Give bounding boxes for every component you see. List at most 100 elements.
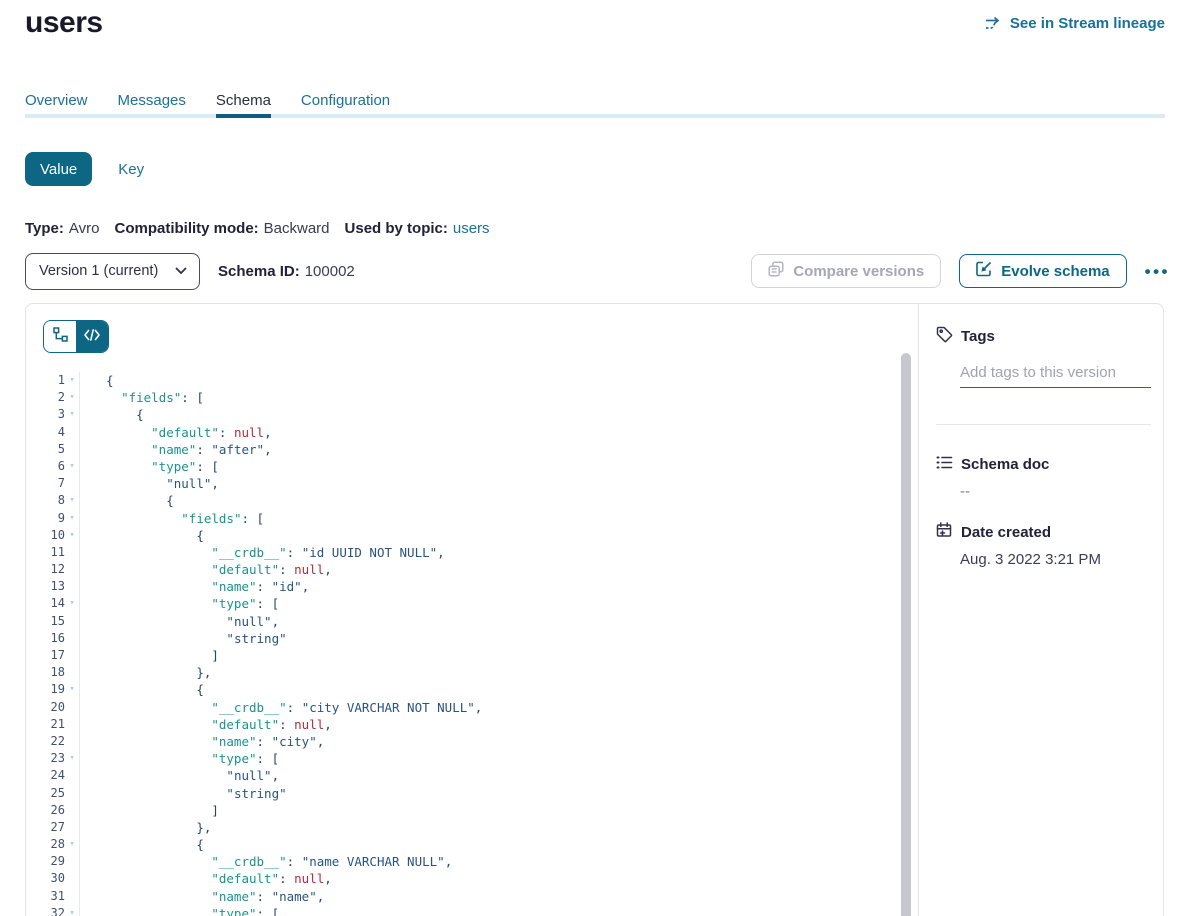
version-select[interactable]: Version 1 (current) (25, 253, 200, 290)
code-view-toggle[interactable] (76, 321, 108, 352)
line-number: 22 (26, 733, 65, 750)
code-text: "__crdb__": "city VARCHAR NOT NULL", (79, 699, 918, 716)
key-tab-link[interactable]: Key (118, 161, 144, 178)
code-line: 18 }, (26, 664, 918, 681)
line-number: 29 (26, 853, 65, 870)
meta-value: Avro (69, 220, 100, 237)
compare-button-label: Compare versions (793, 263, 924, 280)
used-by-topic-link[interactable]: users (453, 220, 490, 237)
code-text: ] (79, 647, 918, 664)
code-line: 30 "default": null, (26, 870, 918, 887)
code-line: 15 "null", (26, 613, 918, 630)
fold-spacer (65, 647, 79, 664)
line-number: 8 (26, 492, 65, 509)
schema-doc-value: -- (960, 483, 1151, 500)
fold-spacer (65, 561, 79, 578)
fold-spacer (65, 716, 79, 733)
schema-id: Schema ID:100002 (218, 263, 355, 280)
ellipsis-menu-icon[interactable]: ••• (1143, 259, 1172, 284)
line-number: 14 (26, 595, 65, 612)
compare-icon (768, 261, 784, 281)
fold-spacer (65, 630, 79, 647)
tree-view-icon (53, 327, 68, 347)
tab-configuration[interactable]: Configuration (301, 91, 390, 118)
code-text: "default": null, (79, 561, 918, 578)
tab-schema[interactable]: Schema (216, 91, 271, 118)
line-number: 19 (26, 681, 65, 698)
fold-spacer (65, 613, 79, 630)
code-line: 25 "string" (26, 785, 918, 802)
version-actions: Compare versions Evolve schema ••• (751, 254, 1172, 288)
tab-messages[interactable]: Messages (118, 91, 186, 118)
code-line: 23▾ "type": [ (26, 750, 918, 767)
code-text: "name": "id", (79, 578, 918, 595)
line-number: 28 (26, 836, 65, 853)
line-number: 5 (26, 441, 65, 458)
fold-spacer (65, 578, 79, 595)
fold-arrow-icon[interactable]: ▾ (65, 372, 79, 389)
tab-overview[interactable]: Overview (25, 91, 88, 118)
code-text: "type": [ (79, 595, 918, 612)
fold-spacer (65, 664, 79, 681)
code-line: 12 "default": null, (26, 561, 918, 578)
code-line: 5 "name": "after", (26, 441, 918, 458)
fold-arrow-icon[interactable]: ▾ (65, 510, 79, 527)
see-in-stream-lineage-link[interactable]: See in Stream lineage (985, 15, 1165, 32)
code-text: "name": "after", (79, 441, 918, 458)
fold-spacer (65, 544, 79, 561)
line-number: 21 (26, 716, 65, 733)
scrollbar-thumb[interactable] (901, 353, 911, 916)
code-text: { (79, 492, 918, 509)
code-lines: 1▾{2▾ "fields": [3▾ {4 "default": null,5… (26, 372, 918, 916)
compare-versions-button[interactable]: Compare versions (751, 254, 941, 288)
value-tab-button[interactable]: Value (25, 152, 92, 186)
code-line: 19▾ { (26, 681, 918, 698)
line-number: 7 (26, 475, 65, 492)
code-line: 21 "default": null, (26, 716, 918, 733)
code-text: "__crdb__": "id UUID NOT NULL", (79, 544, 918, 561)
code-line: 7 "null", (26, 475, 918, 492)
schema-id-value: 100002 (305, 263, 355, 280)
fold-arrow-icon[interactable]: ▾ (65, 492, 79, 509)
fold-arrow-icon[interactable]: ▾ (65, 389, 79, 406)
meta-label: Compatibility mode: (114, 220, 258, 237)
code-line: 31 "name": "name", (26, 888, 918, 905)
editor-view-toggle (43, 320, 109, 353)
fold-arrow-icon[interactable]: ▾ (65, 905, 79, 916)
line-number: 24 (26, 767, 65, 784)
code-line: 10▾ { (26, 527, 918, 544)
line-number: 6 (26, 458, 65, 475)
date-created-value: Aug. 3 2022 3:21 PM (960, 551, 1151, 568)
version-select-value: Version 1 (current) (39, 263, 158, 279)
code-text: "default": null, (79, 870, 918, 887)
code-line: 16 "string" (26, 630, 918, 647)
fold-spacer (65, 802, 79, 819)
tags-input[interactable] (960, 364, 1151, 388)
schema-meta-row: Type:AvroCompatibility mode:BackwardUsed… (25, 220, 490, 237)
code-text: "fields": [ (79, 389, 918, 406)
code-text: "null", (79, 613, 918, 630)
code-text: "fields": [ (79, 510, 918, 527)
fold-arrow-icon[interactable]: ▾ (65, 458, 79, 475)
code-text: "type": [ (79, 750, 918, 767)
code-line: 22 "name": "city", (26, 733, 918, 750)
line-number: 30 (26, 870, 65, 887)
line-number: 2 (26, 389, 65, 406)
meta-label: Used by topic: (345, 220, 448, 237)
fold-arrow-icon[interactable]: ▾ (65, 595, 79, 612)
code-text: "default": null, (79, 424, 918, 441)
fold-arrow-icon[interactable]: ▾ (65, 750, 79, 767)
tree-view-toggle[interactable] (44, 321, 76, 352)
fold-arrow-icon[interactable]: ▾ (65, 836, 79, 853)
code-text: "null", (79, 475, 918, 492)
fold-spacer (65, 733, 79, 750)
code-text: { (79, 527, 918, 544)
code-line: 14▾ "type": [ (26, 595, 918, 612)
fold-arrow-icon[interactable]: ▾ (65, 527, 79, 544)
evolve-schema-button[interactable]: Evolve schema (959, 254, 1126, 288)
code-text: }, (79, 819, 918, 836)
fold-arrow-icon[interactable]: ▾ (65, 406, 79, 423)
code-line: 32▾ "type": [ (26, 905, 918, 916)
chevron-down-icon (175, 263, 187, 279)
fold-arrow-icon[interactable]: ▾ (65, 681, 79, 698)
